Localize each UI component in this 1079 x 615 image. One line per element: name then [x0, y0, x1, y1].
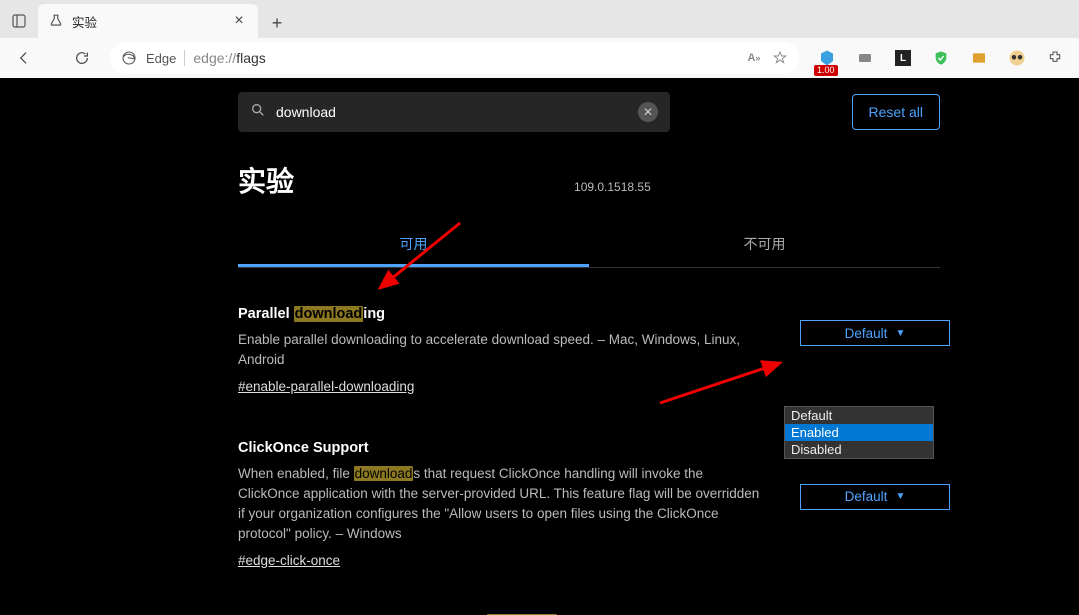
- browser-tab[interactable]: 实验 ×: [38, 4, 258, 38]
- flag-item: ClickOnce Support When enabled, file dow…: [238, 440, 940, 570]
- toolbar: Edge edge://flags A» 1.00 L: [0, 38, 1079, 78]
- close-icon[interactable]: ×: [230, 12, 248, 30]
- flag-item: Parallel downloading Enable parallel dow…: [238, 306, 940, 396]
- omnibox-label: Edge: [146, 51, 176, 66]
- reset-all-button[interactable]: Reset all: [852, 94, 940, 130]
- back-button[interactable]: [8, 42, 40, 74]
- separator: [184, 50, 185, 66]
- chevron-down-icon: ▼: [895, 491, 905, 502]
- read-aloud-icon[interactable]: A»: [745, 49, 763, 67]
- browser-chrome: 实验 × + Edge edge://flags A» 1.00: [0, 0, 1079, 78]
- new-tab-button[interactable]: +: [262, 8, 292, 38]
- chevron-down-icon: ▼: [895, 328, 905, 339]
- flag-description: Enable parallel downloading to accelerat…: [238, 330, 768, 371]
- extension-icon-1[interactable]: [849, 42, 881, 74]
- flag-select-dropdown[interactable]: Default Enabled Disabled: [784, 406, 934, 459]
- extension-icon-3[interactable]: [963, 42, 995, 74]
- shield-icon[interactable]: [925, 42, 957, 74]
- search-icon: [250, 102, 266, 123]
- tab-unavailable[interactable]: 不可用: [589, 224, 940, 267]
- flag-description: When enabled, file downloads that reques…: [238, 464, 768, 545]
- dropdown-option[interactable]: Disabled: [785, 441, 933, 458]
- flag-tabs: 可用 不可用: [238, 224, 940, 268]
- tab-strip: 实验 × +: [0, 0, 1079, 38]
- flag-select[interactable]: Default▼: [800, 320, 950, 346]
- tab-title: 实验: [72, 12, 222, 31]
- page-title: 实验: [238, 160, 294, 200]
- flag-select[interactable]: Default▼: [800, 484, 950, 510]
- dropdown-option[interactable]: Default: [785, 407, 933, 424]
- flask-icon: [48, 13, 64, 29]
- version-text: 109.0.1518.55: [574, 180, 651, 194]
- search-input[interactable]: [276, 104, 628, 120]
- extension-icon-2[interactable]: L: [887, 42, 919, 74]
- flag-anchor-link[interactable]: #enable-parallel-downloading: [238, 379, 414, 394]
- profile-icon[interactable]: [1001, 42, 1033, 74]
- omnibox-url: edge://flags: [193, 50, 265, 66]
- tab-actions-button[interactable]: [4, 4, 34, 38]
- flag-anchor-link[interactable]: #edge-click-once: [238, 553, 340, 568]
- refresh-button[interactable]: [66, 42, 98, 74]
- favorite-icon[interactable]: [771, 49, 789, 67]
- edge-icon: [120, 49, 138, 67]
- address-bar[interactable]: Edge edge://flags A»: [110, 42, 799, 74]
- clear-search-icon[interactable]: ✕: [638, 102, 658, 122]
- dropdown-option[interactable]: Enabled: [785, 424, 933, 441]
- extensions-puzzle-icon[interactable]: [1039, 42, 1071, 74]
- flags-page: ✕ Reset all 实验 109.0.1518.55 可用 不可用 Para…: [0, 78, 1079, 615]
- search-box[interactable]: ✕: [238, 92, 670, 132]
- extension-idm[interactable]: 1.00: [811, 42, 843, 74]
- tab-available[interactable]: 可用: [238, 224, 589, 267]
